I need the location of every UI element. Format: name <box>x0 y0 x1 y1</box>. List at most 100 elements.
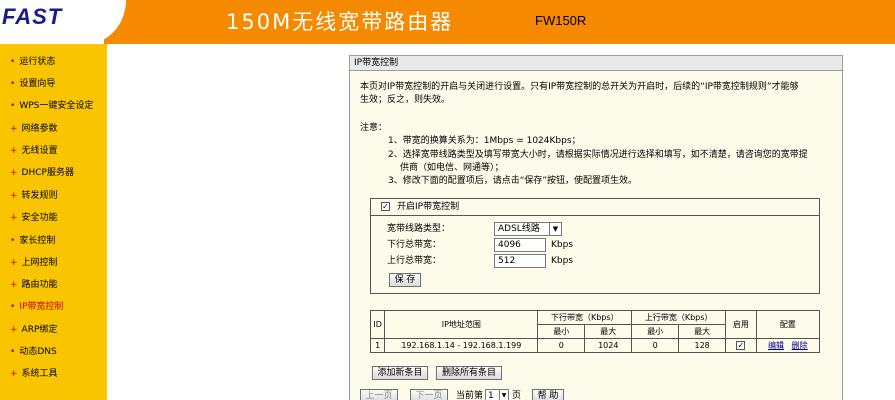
sidebar-item-dhcp[interactable]: + DHCP服务器 <box>10 165 74 178</box>
cell-up-max: 128 <box>678 338 727 353</box>
sidebar-item-label: 路由功能 <box>21 280 58 290</box>
sidebar-item-label: 转发规则 <box>21 191 58 201</box>
col-header-up-max: 最大 <box>678 324 727 339</box>
sidebar-item-label: 系统工具 <box>21 369 58 379</box>
col-header-down: 下行带宽（Kbps） <box>537 310 633 325</box>
bandwidth-settings: ✓ 开启IP带宽控制 宽带线路类型： ADSL线路 ▼ 下行总带宽： 4096 … <box>370 198 820 294</box>
sidebar-item-system[interactable]: + 系统工具 <box>10 366 58 379</box>
plus-icon: + <box>10 124 18 134</box>
cell-up-min: 0 <box>631 338 680 353</box>
bullet-icon: • <box>10 101 16 111</box>
sidebar-item-label: ARP绑定 <box>21 325 58 335</box>
dropdown-arrow-icon: ▼ <box>499 390 508 400</box>
plus-icon: + <box>10 280 18 290</box>
line-type-label: 宽带线路类型： <box>387 224 451 234</box>
sidebar-item-wizard[interactable]: • 设置向导 <box>10 76 55 89</box>
col-header-id: ID <box>369 310 386 339</box>
bullet-icon: • <box>10 236 16 246</box>
sidebar-item-wps[interactable]: • WPS一键安全设定 <box>10 98 93 111</box>
next-page-button[interactable]: 下一页 <box>410 389 448 400</box>
sidebar-item-forwarding[interactable]: + 转发规则 <box>10 188 58 201</box>
plus-icon: + <box>10 258 18 268</box>
bandwidth-panel: IP带宽控制 本页对IP带宽控制的开启与关闭进行设置。只有IP带宽控制的总开关为… <box>349 55 843 400</box>
bullet-icon: • <box>10 57 16 67</box>
sidebar-item-access[interactable]: + 上网控制 <box>10 255 58 268</box>
intro-text: 本页对IP带宽控制的开启与关闭进行设置。只有IP带宽控制的总开关为开启时，后续的… <box>360 82 799 92</box>
sidebar-item-ddns[interactable]: • 动态DNS <box>10 344 57 357</box>
sidebar-item-parental[interactable]: • 家长控制 <box>10 233 55 246</box>
line-type-select[interactable]: ADSL线路 ▼ <box>494 222 562 236</box>
row-enable-checkbox[interactable]: ✓ <box>736 341 746 350</box>
router-title: 150M无线宽带路由器 <box>226 10 454 34</box>
plus-icon: + <box>10 191 18 201</box>
page-value: 1 <box>488 391 494 400</box>
up-bandwidth-label: 上行总带宽： <box>387 256 442 266</box>
delete-link[interactable]: 删除 <box>792 341 808 350</box>
plus-icon: + <box>10 168 18 178</box>
page-select[interactable]: 1 ▼ <box>485 389 509 400</box>
plus-icon: + <box>10 213 18 223</box>
up-unit: Kbps <box>551 256 574 266</box>
col-header-enable: 启用 <box>725 310 757 339</box>
col-header-config: 配置 <box>755 310 821 339</box>
cell-config: 编辑 删除 <box>755 338 821 353</box>
col-header-up: 上行带宽（Kbps） <box>631 310 727 325</box>
sidebar-item-label: 网络参数 <box>21 124 58 134</box>
sidebar-item-status[interactable]: • 运行状态 <box>10 54 55 67</box>
table-row: 1 192.168.1.14 - 192.168.1.199 0 1024 0 … <box>369 338 821 353</box>
add-entry-button[interactable]: 添加新条目 <box>372 366 428 380</box>
sidebar-item-label: 家长控制 <box>19 236 56 246</box>
line-type-value: ADSL线路 <box>498 224 540 234</box>
sidebar-item-bandwidth[interactable]: • IP带宽控制 <box>10 299 63 312</box>
bullet-icon: • <box>10 302 16 312</box>
sidebar-item-label: DHCP服务器 <box>21 168 74 178</box>
bandwidth-rules-table: ID IP地址范围 下行带宽（Kbps） 上行带宽（Kbps） 启用 配置 最小… <box>369 310 821 353</box>
plus-icon: + <box>10 146 18 156</box>
col-header-up-min: 最小 <box>631 324 680 339</box>
plus-icon: + <box>10 369 18 379</box>
note-3: 3、修改下面的配置项后，请点击“保存”按钮，使配置项生效。 <box>388 176 638 186</box>
brand-logo: FAST <box>2 4 63 29</box>
bullet-icon: • <box>10 347 16 357</box>
col-header-ip: IP地址范围 <box>384 310 539 339</box>
sidebar-menu: • 运行状态 • 设置向导 • WPS一键安全设定 + 网络参数 + 无线设置 + DHCP… <box>0 44 107 400</box>
note-2-cont: 供商（如电信、网通等）； <box>400 163 504 173</box>
col-header-down-max: 最大 <box>584 324 633 339</box>
save-button[interactable]: 保 存 <box>389 273 421 287</box>
top-banner: FAST 150M无线宽带路由器 FW150R <box>0 0 895 44</box>
sidebar-item-arp[interactable]: + ARP绑定 <box>10 322 57 335</box>
cell-id: 1 <box>369 338 386 353</box>
down-unit: Kbps <box>551 240 574 250</box>
help-button[interactable]: 帮 助 <box>532 389 564 400</box>
sidebar-item-network[interactable]: + 网络参数 <box>10 121 58 134</box>
sidebar-item-label: 动态DNS <box>19 347 57 357</box>
sidebar-item-security[interactable]: + 安全功能 <box>10 210 58 223</box>
cell-enable: ✓ <box>725 338 757 353</box>
cell-down-max: 1024 <box>584 338 633 353</box>
sidebar-item-label: 设置向导 <box>19 79 56 89</box>
sidebar-item-label: IP带宽控制 <box>19 302 64 312</box>
enable-checkbox[interactable]: ✓ <box>381 202 390 211</box>
sidebar-item-label: WPS一键安全设定 <box>19 101 94 111</box>
sidebar-item-label: 安全功能 <box>21 213 58 223</box>
note-1: 1、带宽的换算关系为：1Mbps = 1024Kbps； <box>388 136 581 146</box>
bullet-icon: • <box>10 79 16 89</box>
prev-page-button[interactable]: 上一页 <box>360 389 398 400</box>
intro-text-2: 生效；反之，则失效。 <box>360 95 451 105</box>
sidebar-item-label: 运行状态 <box>19 57 56 67</box>
col-header-down-min: 最小 <box>537 324 586 339</box>
delete-all-button[interactable]: 删除所有条目 <box>436 366 502 380</box>
sidebar-item-label: 上网控制 <box>21 258 58 268</box>
settings-header: ✓ 开启IP带宽控制 <box>371 199 819 216</box>
edit-link[interactable]: 编辑 <box>768 341 784 350</box>
logo-swoosh <box>86 0 126 44</box>
sidebar-item-wireless[interactable]: + 无线设置 <box>10 143 58 156</box>
up-bandwidth-input[interactable]: 512 <box>494 254 546 268</box>
cell-down-min: 0 <box>537 338 586 353</box>
enable-label: 开启IP带宽控制 <box>397 202 460 212</box>
note-label: 注意： <box>360 123 388 133</box>
down-bandwidth-input[interactable]: 4096 <box>494 238 546 252</box>
panel-title: IP带宽控制 <box>350 56 842 71</box>
router-model: FW150R <box>535 13 587 28</box>
sidebar-item-routing[interactable]: + 路由功能 <box>10 277 58 290</box>
